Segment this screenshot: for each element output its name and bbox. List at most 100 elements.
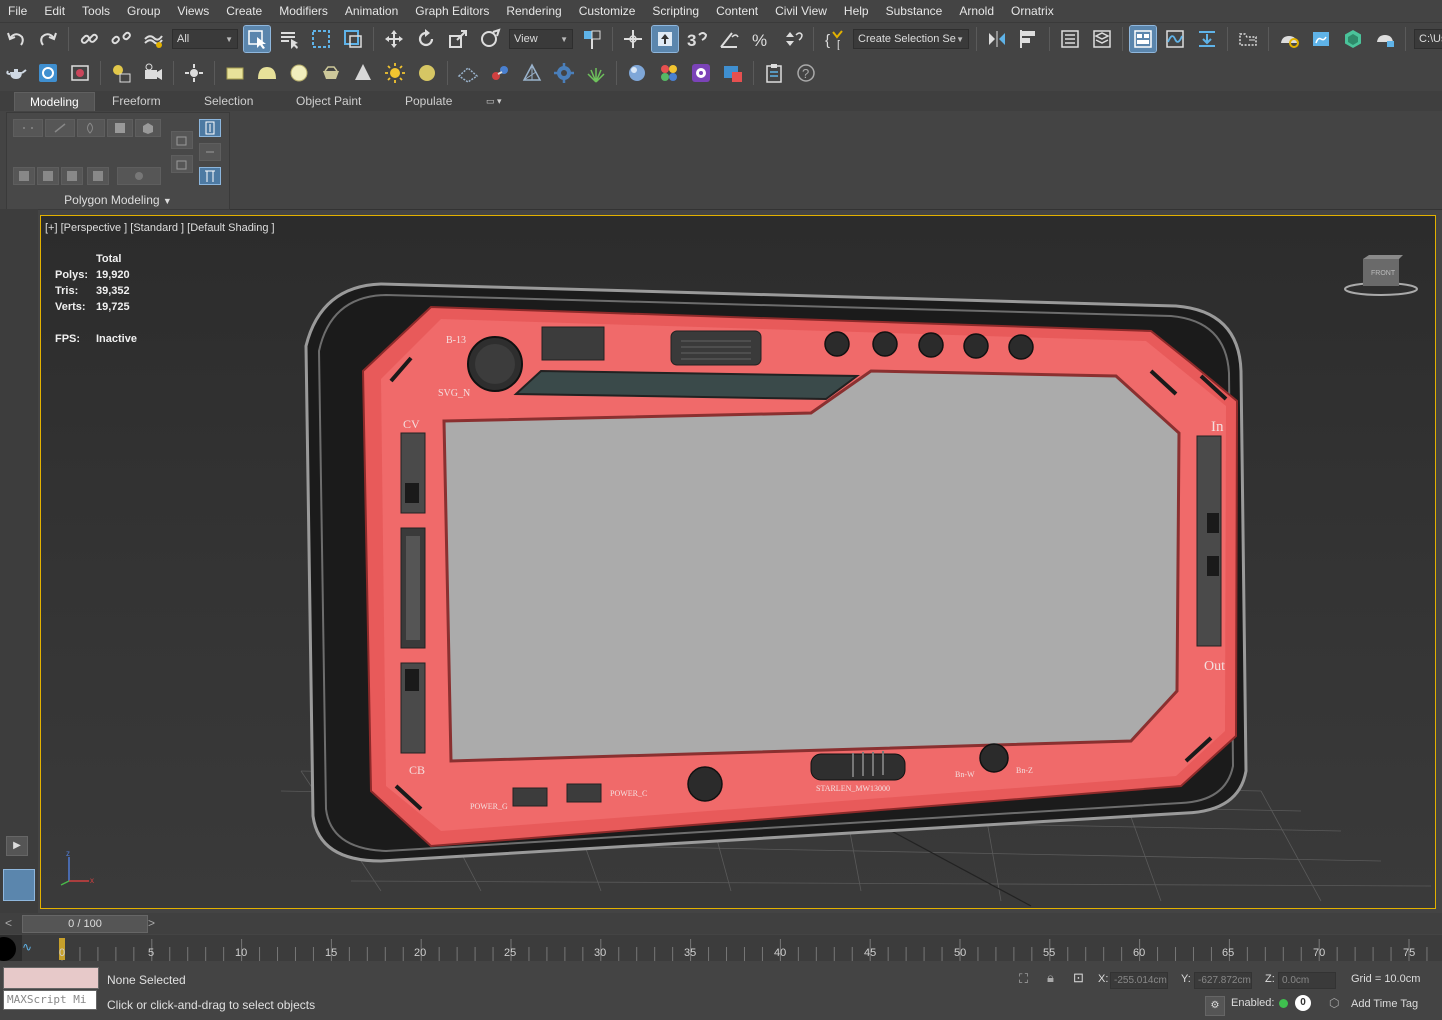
- menu-graph-editors[interactable]: Graph Editors: [407, 0, 498, 22]
- material-map-browser-icon[interactable]: [35, 60, 61, 86]
- perspective-viewport[interactable]: B-13 SVG_N CV CB In Out POWER_G POWER_C …: [40, 215, 1436, 909]
- toggle-ribbon-icon[interactable]: [1129, 25, 1157, 53]
- rectangular-selection-icon[interactable]: [308, 26, 334, 52]
- gear-icon[interactable]: [551, 60, 577, 86]
- collapse-stack-icon[interactable]: [171, 155, 193, 173]
- procedural-icon[interactable]: [487, 60, 513, 86]
- reference-coordinate-dropdown[interactable]: View ▼: [509, 29, 573, 49]
- project-path-field[interactable]: C:\Users: [1414, 29, 1442, 49]
- next-modifier-icon[interactable]: [199, 143, 221, 161]
- maxscript-listener-output[interactable]: [3, 967, 99, 989]
- redo-icon[interactable]: [35, 26, 61, 52]
- y-coordinate-field[interactable]: -627.872cm: [1194, 972, 1252, 989]
- keyboard-shortcut-override-icon[interactable]: [651, 25, 679, 53]
- skydome-light-icon[interactable]: [414, 60, 440, 86]
- ignore-backfacing-icon[interactable]: [117, 167, 161, 185]
- viewport-label-menu[interactable]: [+] [Perspective ] [Standard ] [Default …: [45, 222, 275, 234]
- modify-selection-ring-icon[interactable]: [87, 167, 109, 185]
- rendered-frame-window-icon[interactable]: [1308, 26, 1334, 52]
- menu-civil-view[interactable]: Civil View: [767, 0, 836, 22]
- mirror-icon[interactable]: [984, 26, 1010, 52]
- menu-group[interactable]: Group: [119, 0, 169, 22]
- select-by-name-icon[interactable]: [276, 26, 302, 52]
- toggle-command-panel-icon[interactable]: [199, 167, 221, 185]
- menu-views[interactable]: Views: [169, 0, 218, 22]
- sun-light-icon[interactable]: [382, 60, 408, 86]
- time-slider-thumb[interactable]: 0 / 100: [22, 915, 148, 933]
- add-time-tag-button[interactable]: Add Time Tag: [1351, 998, 1418, 1010]
- spot-light-icon[interactable]: [350, 60, 376, 86]
- shader-icon[interactable]: [688, 60, 714, 86]
- time-tag-counter-icon[interactable]: 0: [1295, 995, 1311, 1011]
- move-icon[interactable]: [381, 26, 407, 52]
- menu-customize[interactable]: Customize: [571, 0, 645, 22]
- tab-selection[interactable]: Selection: [198, 92, 259, 111]
- scene-explorer-icon[interactable]: [1057, 26, 1083, 52]
- selection-filter-dropdown[interactable]: All ▼: [172, 29, 238, 49]
- modify-selection-grow-icon[interactable]: [13, 167, 35, 185]
- menu-content[interactable]: Content: [708, 0, 767, 22]
- viewcube[interactable]: FRONT: [1344, 255, 1418, 296]
- alembic-icon[interactable]: [519, 60, 545, 86]
- undo-icon[interactable]: [3, 26, 29, 52]
- snap-3d-icon[interactable]: 3: [684, 26, 710, 52]
- help-icon[interactable]: ?: [793, 60, 819, 86]
- tab-populate[interactable]: Populate: [399, 92, 458, 111]
- adaptive-degradation-icon[interactable]: ⚙: [1205, 996, 1225, 1016]
- vertex-mode-icon[interactable]: [13, 119, 43, 137]
- element-mode-icon[interactable]: [135, 119, 161, 137]
- unlink-icon[interactable]: [108, 26, 134, 52]
- plane-light-icon[interactable]: [222, 60, 248, 86]
- previous-frame-icon[interactable]: <: [5, 916, 19, 931]
- tab-freeform[interactable]: Freeform: [106, 92, 167, 111]
- render-frame-icon[interactable]: [67, 60, 93, 86]
- z-coordinate-field[interactable]: 0.0cm: [1278, 972, 1336, 989]
- link-icon[interactable]: [76, 26, 102, 52]
- polygon-mode-icon[interactable]: [107, 119, 133, 137]
- menu-edit[interactable]: Edit: [36, 0, 74, 22]
- photometric-light-icon[interactable]: [318, 60, 344, 86]
- camera-sequencer-icon[interactable]: [140, 60, 166, 86]
- menu-create[interactable]: Create: [218, 0, 271, 22]
- angle-snap-icon[interactable]: [716, 26, 742, 52]
- border-mode-icon[interactable]: [77, 119, 105, 137]
- select-manipulate-icon[interactable]: [620, 26, 646, 52]
- maxscript-mini-listener-input[interactable]: MAXScript Mi: [3, 990, 97, 1010]
- pin-stack-icon[interactable]: [171, 131, 193, 149]
- menu-rendering[interactable]: Rendering: [498, 0, 570, 22]
- menu-animation[interactable]: Animation: [337, 0, 407, 22]
- show-end-result-icon[interactable]: [199, 119, 221, 137]
- modify-selection-shrink-icon[interactable]: [37, 167, 59, 185]
- menu-scripting[interactable]: Scripting: [644, 0, 708, 22]
- select-object-icon[interactable]: [243, 25, 271, 53]
- lock-icon[interactable]: 🔒︎: [1047, 970, 1061, 986]
- menu-file[interactable]: File: [0, 0, 36, 22]
- arnold-settings-icon[interactable]: [181, 60, 207, 86]
- percent-snap-icon[interactable]: %: [748, 26, 774, 52]
- standard-material-icon[interactable]: [624, 60, 650, 86]
- menu-help[interactable]: Help: [836, 0, 878, 22]
- light-lister-icon[interactable]: [108, 60, 134, 86]
- edge-mode-icon[interactable]: [45, 119, 75, 137]
- sphere-light-icon[interactable]: [286, 60, 312, 86]
- arnold-render-icon[interactable]: [1340, 26, 1366, 52]
- dome-light-icon[interactable]: [254, 60, 280, 86]
- menu-substance[interactable]: Substance: [878, 0, 952, 22]
- teapot-icon[interactable]: [3, 60, 29, 86]
- tab-object-paint[interactable]: Object Paint: [290, 92, 367, 111]
- isolate-selection-icon[interactable]: ⛶: [1019, 971, 1035, 987]
- volume-icon[interactable]: [455, 60, 481, 86]
- menu-arnold[interactable]: Arnold: [951, 0, 1003, 22]
- layer-explorer-icon[interactable]: [1089, 26, 1115, 52]
- curve-editor-icon[interactable]: [1162, 26, 1188, 52]
- viewport-layout-thumbnail[interactable]: [3, 869, 35, 901]
- modify-selection-loop-icon[interactable]: [61, 167, 83, 185]
- menu-ornatrix[interactable]: Ornatrix: [1003, 0, 1063, 22]
- hair-fur-icon[interactable]: [583, 60, 609, 86]
- menu-modifiers[interactable]: Modifiers: [271, 0, 337, 22]
- rotate-icon[interactable]: [413, 26, 439, 52]
- clipboard-icon[interactable]: [761, 60, 787, 86]
- ribbon-options-icon[interactable]: ▭ ▾: [480, 92, 508, 111]
- render-production-icon[interactable]: [1372, 26, 1398, 52]
- bind-space-warp-icon[interactable]: [140, 26, 166, 52]
